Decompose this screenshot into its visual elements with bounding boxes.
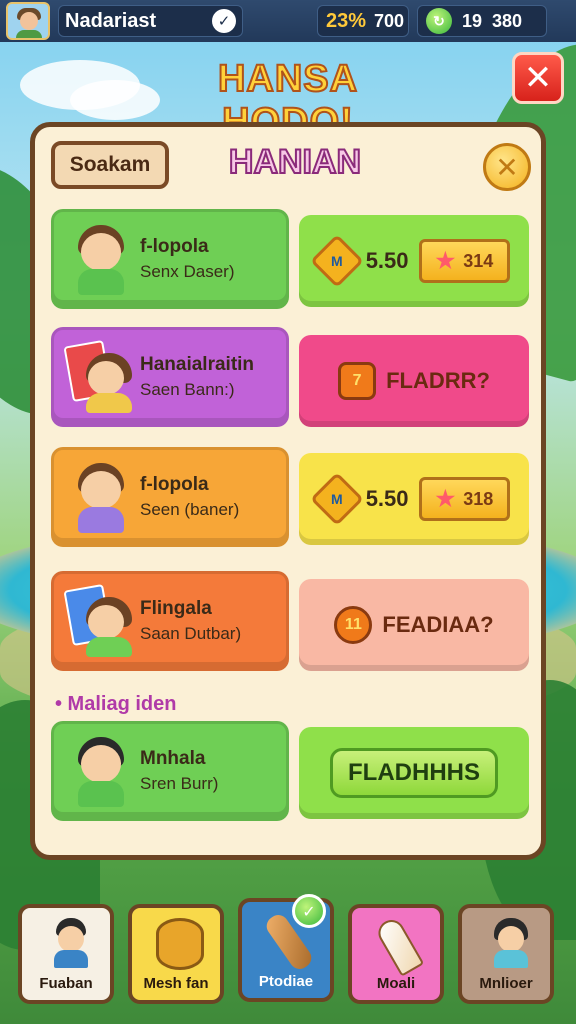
- reward-label: FEADIAA?: [382, 612, 494, 637]
- x-icon: ✕: [495, 150, 519, 184]
- quest-card-5[interactable]: Mnhala Sren Burr): [51, 721, 289, 821]
- coin-icon: M: [309, 234, 364, 288]
- bag-icon: 11: [334, 606, 373, 644]
- reward-label: FLADRR?: [386, 368, 490, 393]
- quest-subtitle: Sren Burr): [140, 774, 219, 793]
- quest-subtitle: Saen Bann:): [140, 380, 235, 399]
- character-icon: [486, 918, 534, 970]
- reward-tag: ★ 314: [418, 239, 511, 283]
- quest-subtitle: Senx Daser): [140, 262, 235, 281]
- nav-item-moali[interactable]: Moali: [348, 904, 444, 1004]
- gold-amount: 700: [374, 10, 405, 31]
- photo-character-icon: [63, 583, 136, 659]
- reward-button-1[interactable]: M 5.50 ★ 314: [299, 215, 529, 307]
- currency-stat-gold[interactable]: 23% 700: [317, 5, 409, 37]
- star-icon: ★: [435, 486, 456, 511]
- reward-panel-5: FLADHHHS: [299, 727, 529, 819]
- panel-title: HANIAN: [228, 142, 362, 182]
- checkmark-icon: ✓: [212, 9, 236, 33]
- cloud: [70, 80, 160, 120]
- player-avatar[interactable]: [6, 2, 50, 40]
- quest-card-1[interactable]: f-lopola Senx Daser): [51, 209, 289, 309]
- photo-character-icon: [63, 339, 136, 415]
- quest-card-4[interactable]: Flingala Saan Dutbar): [51, 571, 289, 671]
- character-icon: [46, 918, 94, 970]
- nav-label: Fuaban: [39, 975, 93, 992]
- status-bar: Nadariast ✓ 23% 700 ↻ 19 380: [0, 0, 576, 42]
- section-label: • Maliag iden: [55, 693, 177, 715]
- quest-card-3[interactable]: f-lopola Seen (baner): [51, 447, 289, 547]
- reward-button-2[interactable]: 7 FLADRR?: [299, 335, 529, 427]
- check-badge-icon: ✓: [292, 894, 326, 928]
- reward-amount: 5.50: [365, 486, 409, 511]
- quest-title: f-lopola: [140, 474, 209, 495]
- nav-label: Mnlioer: [479, 975, 533, 992]
- character-icon: [64, 221, 136, 297]
- gem-amount-a: 19: [462, 10, 483, 31]
- quest-subtitle: Seen (baner): [140, 500, 240, 519]
- reward-button-4[interactable]: 11 FEADIAA?: [299, 579, 529, 671]
- character-icon: [64, 733, 136, 809]
- reward-button-3[interactable]: M 5.50 ★ 318: [299, 453, 529, 545]
- cancel-badge-button[interactable]: ✕: [483, 143, 531, 191]
- gem-amount-b: 380: [492, 10, 523, 31]
- quest-card-2[interactable]: Hanaialraitin Saen Bann:): [51, 327, 289, 427]
- currency-stat-gems[interactable]: ↻ 19 380: [417, 5, 547, 37]
- nav-item-fuaban[interactable]: Fuaban: [18, 904, 114, 1004]
- nav-item-mesh-fan[interactable]: Mesh fan: [128, 904, 224, 1004]
- bottom-navigation: Fuaban Mesh fan ✓ Ptodiae Moali Mnlioer: [18, 894, 558, 1014]
- nav-label: Moali: [376, 975, 416, 992]
- quest-title: f-lopola: [140, 236, 209, 257]
- nav-item-ptodiae[interactable]: ✓ Ptodiae: [238, 894, 334, 1002]
- close-button[interactable]: ✕: [512, 52, 564, 104]
- reward-tag: ★ 318: [418, 477, 511, 521]
- nav-label: Ptodiae: [258, 973, 314, 990]
- quest-panel: Soakam HANIAN ✕ f-lopola Senx Daser) M 5…: [30, 122, 546, 860]
- nav-item-mnlioer[interactable]: Mnlioer: [458, 904, 554, 1004]
- quest-subtitle: Saan Dutbar): [140, 624, 242, 643]
- bag-icon: 7: [338, 362, 377, 400]
- quest-title: Mnhala: [140, 748, 206, 769]
- character-icon: [64, 459, 136, 535]
- quest-title: Flingala: [140, 598, 212, 619]
- claim-button[interactable]: FLADHHHS: [330, 748, 498, 798]
- star-icon: ★: [435, 248, 456, 273]
- gold-percent: 23%: [326, 9, 367, 32]
- player-name-box[interactable]: Nadariast ✓: [58, 5, 243, 37]
- coin-icon: M: [309, 472, 364, 526]
- quest-title: Hanaialraitin: [140, 354, 255, 375]
- nav-label: Mesh fan: [143, 975, 209, 992]
- treasure-drum-icon: [156, 918, 204, 970]
- tab-button[interactable]: Soakam: [51, 141, 169, 189]
- gem-icon: ↻: [426, 8, 452, 34]
- player-name: Nadariast: [65, 9, 157, 32]
- close-icon: ✕: [523, 58, 553, 98]
- reward-amount: 5.50: [365, 248, 409, 273]
- scroll-icon: [373, 915, 425, 977]
